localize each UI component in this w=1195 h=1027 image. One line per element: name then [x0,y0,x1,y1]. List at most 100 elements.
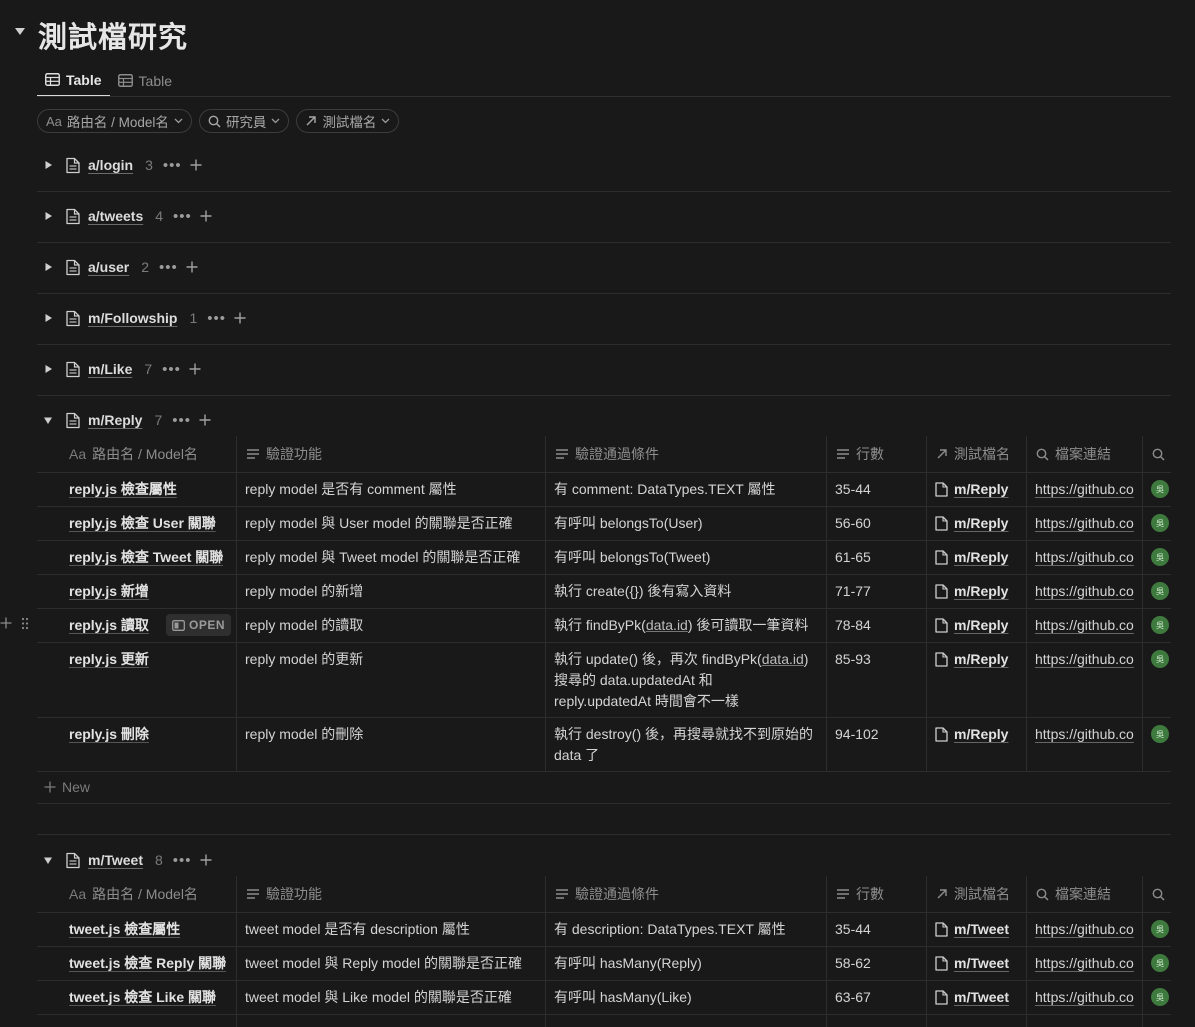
cell-condition[interactable]: 有呼叫 hasMany(Reply) [554,953,823,974]
row-title[interactable]: tweet.js 檢查屬性 [69,919,180,940]
expand-triangle-icon[interactable] [40,160,56,170]
col-header-link[interactable]: 檔案連結 [1036,876,1140,912]
add-item-icon[interactable] [189,363,201,375]
avatar[interactable]: 吳 [1151,582,1169,600]
expand-triangle-icon[interactable] [40,211,56,221]
filter-test-file[interactable]: 測試檔名 [296,109,400,133]
group-label[interactable]: m/Tweet [88,852,143,868]
col-header-search[interactable] [1152,876,1169,912]
col-header-condition[interactable]: 驗證通過條件 [555,436,824,472]
cell-test-file[interactable]: m/Tweet [935,987,1023,1008]
group-label[interactable]: a/tweets [88,208,143,224]
cell-feature[interactable]: reply model 與 User model 的關聯是否正確 [245,513,542,534]
group-label[interactable]: m/Followship [88,310,177,326]
database-title[interactable]: 測試檔研究 [38,14,188,56]
col-header-condition[interactable]: 驗證通過條件 [555,876,824,912]
cell-test-file[interactable]: m/Reply [935,547,1023,568]
cell-feature[interactable]: tweet model 是否有 description 屬性 [245,919,542,940]
row-title[interactable]: tweet.js 檢查 Like 關聯 [69,987,216,1008]
relation-link[interactable]: m/Reply [954,547,1008,568]
cell-condition[interactable]: 執行 create({}) 後有寫入資料 [554,581,823,602]
collapse-triangle-icon[interactable] [40,856,56,865]
cell-test-file[interactable]: m/Tweet [935,919,1023,940]
more-options-icon[interactable]: ••• [172,412,191,429]
cell-test-file[interactable]: m/Reply [935,724,1023,745]
add-row-icon[interactable] [0,617,12,629]
avatar[interactable]: 吳 [1151,548,1169,566]
col-header-name[interactable]: Aa 路由名 / Model名 [69,436,234,472]
cell-lines[interactable]: 61-65 [835,547,923,568]
cell-test-file[interactable]: m/Reply [935,581,1023,602]
open-button[interactable]: OPEN [166,614,232,636]
condition-code[interactable]: data.id [762,651,804,667]
add-item-icon[interactable] [200,210,212,222]
relation-link[interactable]: m/Tweet [954,987,1009,1008]
cell-url[interactable]: https://github.co [1035,987,1139,1008]
avatar[interactable]: 吳 [1151,650,1169,668]
relation-link[interactable]: m/Reply [954,581,1008,602]
row-title[interactable]: tweet.js 檢查 Reply 關聯 [69,953,226,974]
cell-url[interactable]: https://github.co [1035,615,1139,636]
group-label[interactable]: m/Like [88,361,132,377]
cell-feature[interactable]: reply model 的新增 [245,581,542,602]
cell-feature[interactable]: reply model 是否有 comment 屬性 [245,479,542,500]
row-title[interactable]: reply.js 更新 [69,649,149,670]
add-item-icon[interactable] [186,261,198,273]
cell-condition[interactable]: 有呼叫 belongsTo(Tweet) [554,547,823,568]
cell-url[interactable]: https://github.co [1035,547,1139,568]
avatar[interactable]: 吳 [1151,616,1169,634]
relation-link[interactable]: m/Reply [954,615,1008,636]
cell-lines[interactable]: 56-60 [835,513,923,534]
cell-lines[interactable]: 78-84 [835,615,923,636]
more-options-icon[interactable]: ••• [207,310,226,327]
cell-lines[interactable]: 94-102 [835,724,923,745]
relation-link[interactable]: m/Tweet [954,953,1009,974]
cell-url[interactable]: https://github.co [1035,953,1139,974]
avatar[interactable]: 吳 [1151,920,1169,938]
col-header-feature[interactable]: 驗證功能 [246,436,543,472]
cell-feature[interactable]: reply model 的更新 [245,649,542,670]
col-header-test-file[interactable]: 測試檔名 [936,436,1024,472]
col-header-lines[interactable]: 行數 [836,876,924,912]
cell-url[interactable]: https://github.co [1035,649,1139,670]
cell-feature[interactable]: reply model 的刪除 [245,724,542,745]
col-header-feature[interactable]: 驗證功能 [246,876,543,912]
add-item-icon[interactable] [190,159,202,171]
cell-url[interactable]: https://github.co [1035,581,1139,602]
condition-code[interactable]: data.id [646,617,688,633]
relation-link[interactable]: m/Reply [954,513,1008,534]
group-label[interactable]: m/Reply [88,412,142,428]
cell-url[interactable]: https://github.co [1035,919,1139,940]
cell-test-file[interactable]: m/Reply [935,479,1023,500]
avatar[interactable]: 吳 [1151,514,1169,532]
cell-lines[interactable]: 85-93 [835,649,923,670]
cell-test-file[interactable]: m/Reply [935,615,1023,636]
avatar[interactable]: 吳 [1151,725,1169,743]
more-options-icon[interactable]: ••• [173,852,192,869]
cell-condition[interactable]: 有呼叫 hasMany(Like) [554,987,823,1008]
avatar[interactable]: 吳 [1151,480,1169,498]
row-title[interactable]: reply.js 讀取 [69,615,149,636]
more-options-icon[interactable]: ••• [163,157,182,174]
cell-feature[interactable]: tweet model 與 Reply model 的關聯是否正確 [245,953,542,974]
cell-lines[interactable]: 35-44 [835,919,923,940]
cell-lines[interactable]: 35-44 [835,479,923,500]
relation-link[interactable]: m/Reply [954,724,1008,745]
cell-feature[interactable]: tweet model 與 Like model 的關聯是否正確 [245,987,542,1008]
group-label[interactable]: a/login [88,157,133,173]
col-header-lines[interactable]: 行數 [836,436,924,472]
cell-test-file[interactable]: m/Reply [935,513,1023,534]
tab-table-2[interactable]: Table [110,64,180,97]
cell-lines[interactable]: 71-77 [835,581,923,602]
row-title[interactable]: reply.js 刪除 [69,724,149,745]
more-options-icon[interactable]: ••• [173,208,192,225]
cell-condition[interactable]: 執行 findByPk(data.id) 後可讀取一筆資料 [554,615,823,636]
add-item-icon[interactable] [199,414,211,426]
avatar[interactable]: 吳 [1151,954,1169,972]
col-header-search[interactable] [1152,436,1169,472]
cell-url[interactable]: https://github.co [1035,479,1139,500]
col-header-link[interactable]: 檔案連結 [1036,436,1140,472]
row-title[interactable]: reply.js 檢查屬性 [69,479,177,500]
relation-link[interactable]: m/Tweet [954,919,1009,940]
col-header-name[interactable]: Aa 路由名 / Model名 [69,876,234,912]
